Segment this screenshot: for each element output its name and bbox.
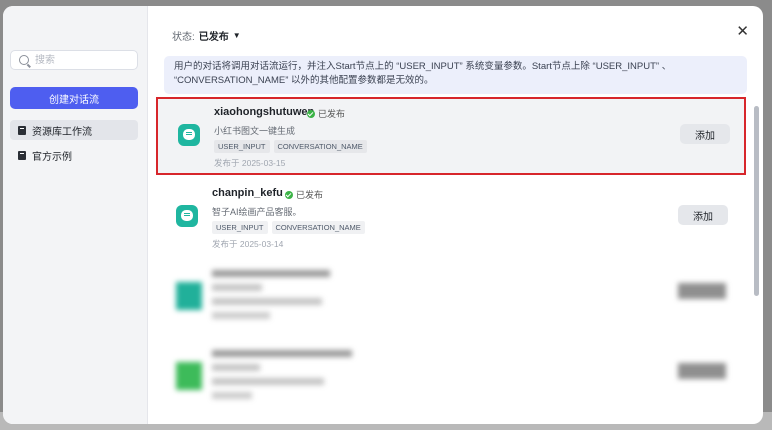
notice-line-2: “CONVERSATION_NAME” 以外的其他配置参数都是无效的。: [174, 75, 434, 86]
add-button[interactable]: 添加: [680, 124, 730, 144]
redacted-text: [212, 392, 252, 399]
status-filter-label: 状态:: [172, 32, 195, 43]
redacted-button: [678, 283, 726, 299]
workflow-name: xiaohongshutuwen: [214, 106, 315, 118]
publish-date: 发布于 2025-03-15: [214, 158, 286, 168]
redacted-text: [212, 378, 324, 385]
redacted-app-icon: [176, 282, 202, 310]
redacted-workflow-card: [156, 346, 746, 424]
sidebar-item-label: 资源库工作流: [32, 126, 92, 138]
workflow-name: chanpin_kefu: [212, 187, 283, 199]
tag: CONVERSATION_NAME: [271, 221, 365, 234]
workflow-description: 智子AI绘画产品客服。: [212, 207, 302, 217]
redacted-text: [212, 284, 262, 291]
redacted-text: [212, 298, 322, 305]
create-chatflow-button[interactable]: 创建对话流: [10, 87, 138, 109]
status-filter-value: 已发布: [198, 32, 229, 43]
check-circle-icon: [285, 190, 293, 199]
variable-tags: USER_INPUT CONVERSATION_NAME: [212, 221, 365, 234]
add-button[interactable]: 添加: [678, 205, 728, 225]
status-badge: 已发布: [307, 107, 345, 120]
redacted-app-icon: [176, 362, 202, 390]
chat-bubble-icon: [178, 124, 200, 146]
sidebar-item-official-examples[interactable]: 官方示例: [10, 145, 138, 165]
search-input[interactable]: [35, 53, 131, 67]
variable-tags: USER_INPUT CONVERSATION_NAME: [214, 140, 367, 153]
workflow-card-chanpin-kefu[interactable]: chanpin_kefu 已发布 智子AI绘画产品客服。 USER_INPUT …: [156, 180, 746, 258]
examples-icon: [18, 150, 26, 160]
redacted-button: [678, 363, 726, 379]
workflow-card-xiaohongshutuwen[interactable]: xiaohongshutuwen 已发布 小红书图文一键生成 USER_INPU…: [156, 97, 746, 175]
info-notice: 用户的对话将调用对话流运行，并注入Start节点上的 “USER_INPUT” …: [164, 56, 747, 94]
tag: USER_INPUT: [212, 221, 268, 234]
close-icon[interactable]: ✕: [736, 22, 749, 40]
redacted-text: [212, 312, 270, 319]
search-icon: [19, 55, 29, 65]
library-icon: [18, 125, 26, 135]
notice-line-1: 用户的对话将调用对话流运行，并注入Start节点上的 “USER_INPUT” …: [174, 61, 672, 72]
main-panel: 状态: 已发布 ▼ ✕ 用户的对话将调用对话流运行，并注入Start节点上的 “…: [148, 6, 763, 424]
status-badge-label: 已发布: [296, 190, 324, 200]
redacted-text: [212, 364, 260, 371]
sidebar-item-label: 官方示例: [32, 151, 72, 163]
publish-date: 发布于 2025-03-14: [212, 239, 284, 249]
chevron-down-icon: ▼: [232, 31, 241, 40]
status-filter[interactable]: 状态: 已发布 ▼: [172, 28, 241, 43]
check-circle-icon: [307, 109, 315, 118]
tag: CONVERSATION_NAME: [273, 140, 367, 153]
redacted-workflow-card: [156, 266, 746, 346]
status-badge-label: 已发布: [318, 109, 346, 119]
chat-bubble-icon: [176, 205, 198, 227]
workflow-description: 小红书图文一键生成: [214, 126, 296, 136]
search-box[interactable]: [10, 50, 138, 70]
tag: USER_INPUT: [214, 140, 270, 153]
status-badge: 已发布: [285, 188, 323, 201]
sidebar: 创建对话流 资源库工作流 官方示例: [3, 6, 148, 424]
add-workflow-modal: 创建对话流 资源库工作流 官方示例 状态: 已发布 ▼ ✕ 用户的对话将调用对话…: [3, 6, 763, 424]
scrollbar[interactable]: [754, 106, 759, 296]
redacted-text: [212, 350, 352, 357]
redacted-text: [212, 270, 330, 277]
sidebar-item-library-workflows[interactable]: 资源库工作流: [10, 120, 138, 140]
